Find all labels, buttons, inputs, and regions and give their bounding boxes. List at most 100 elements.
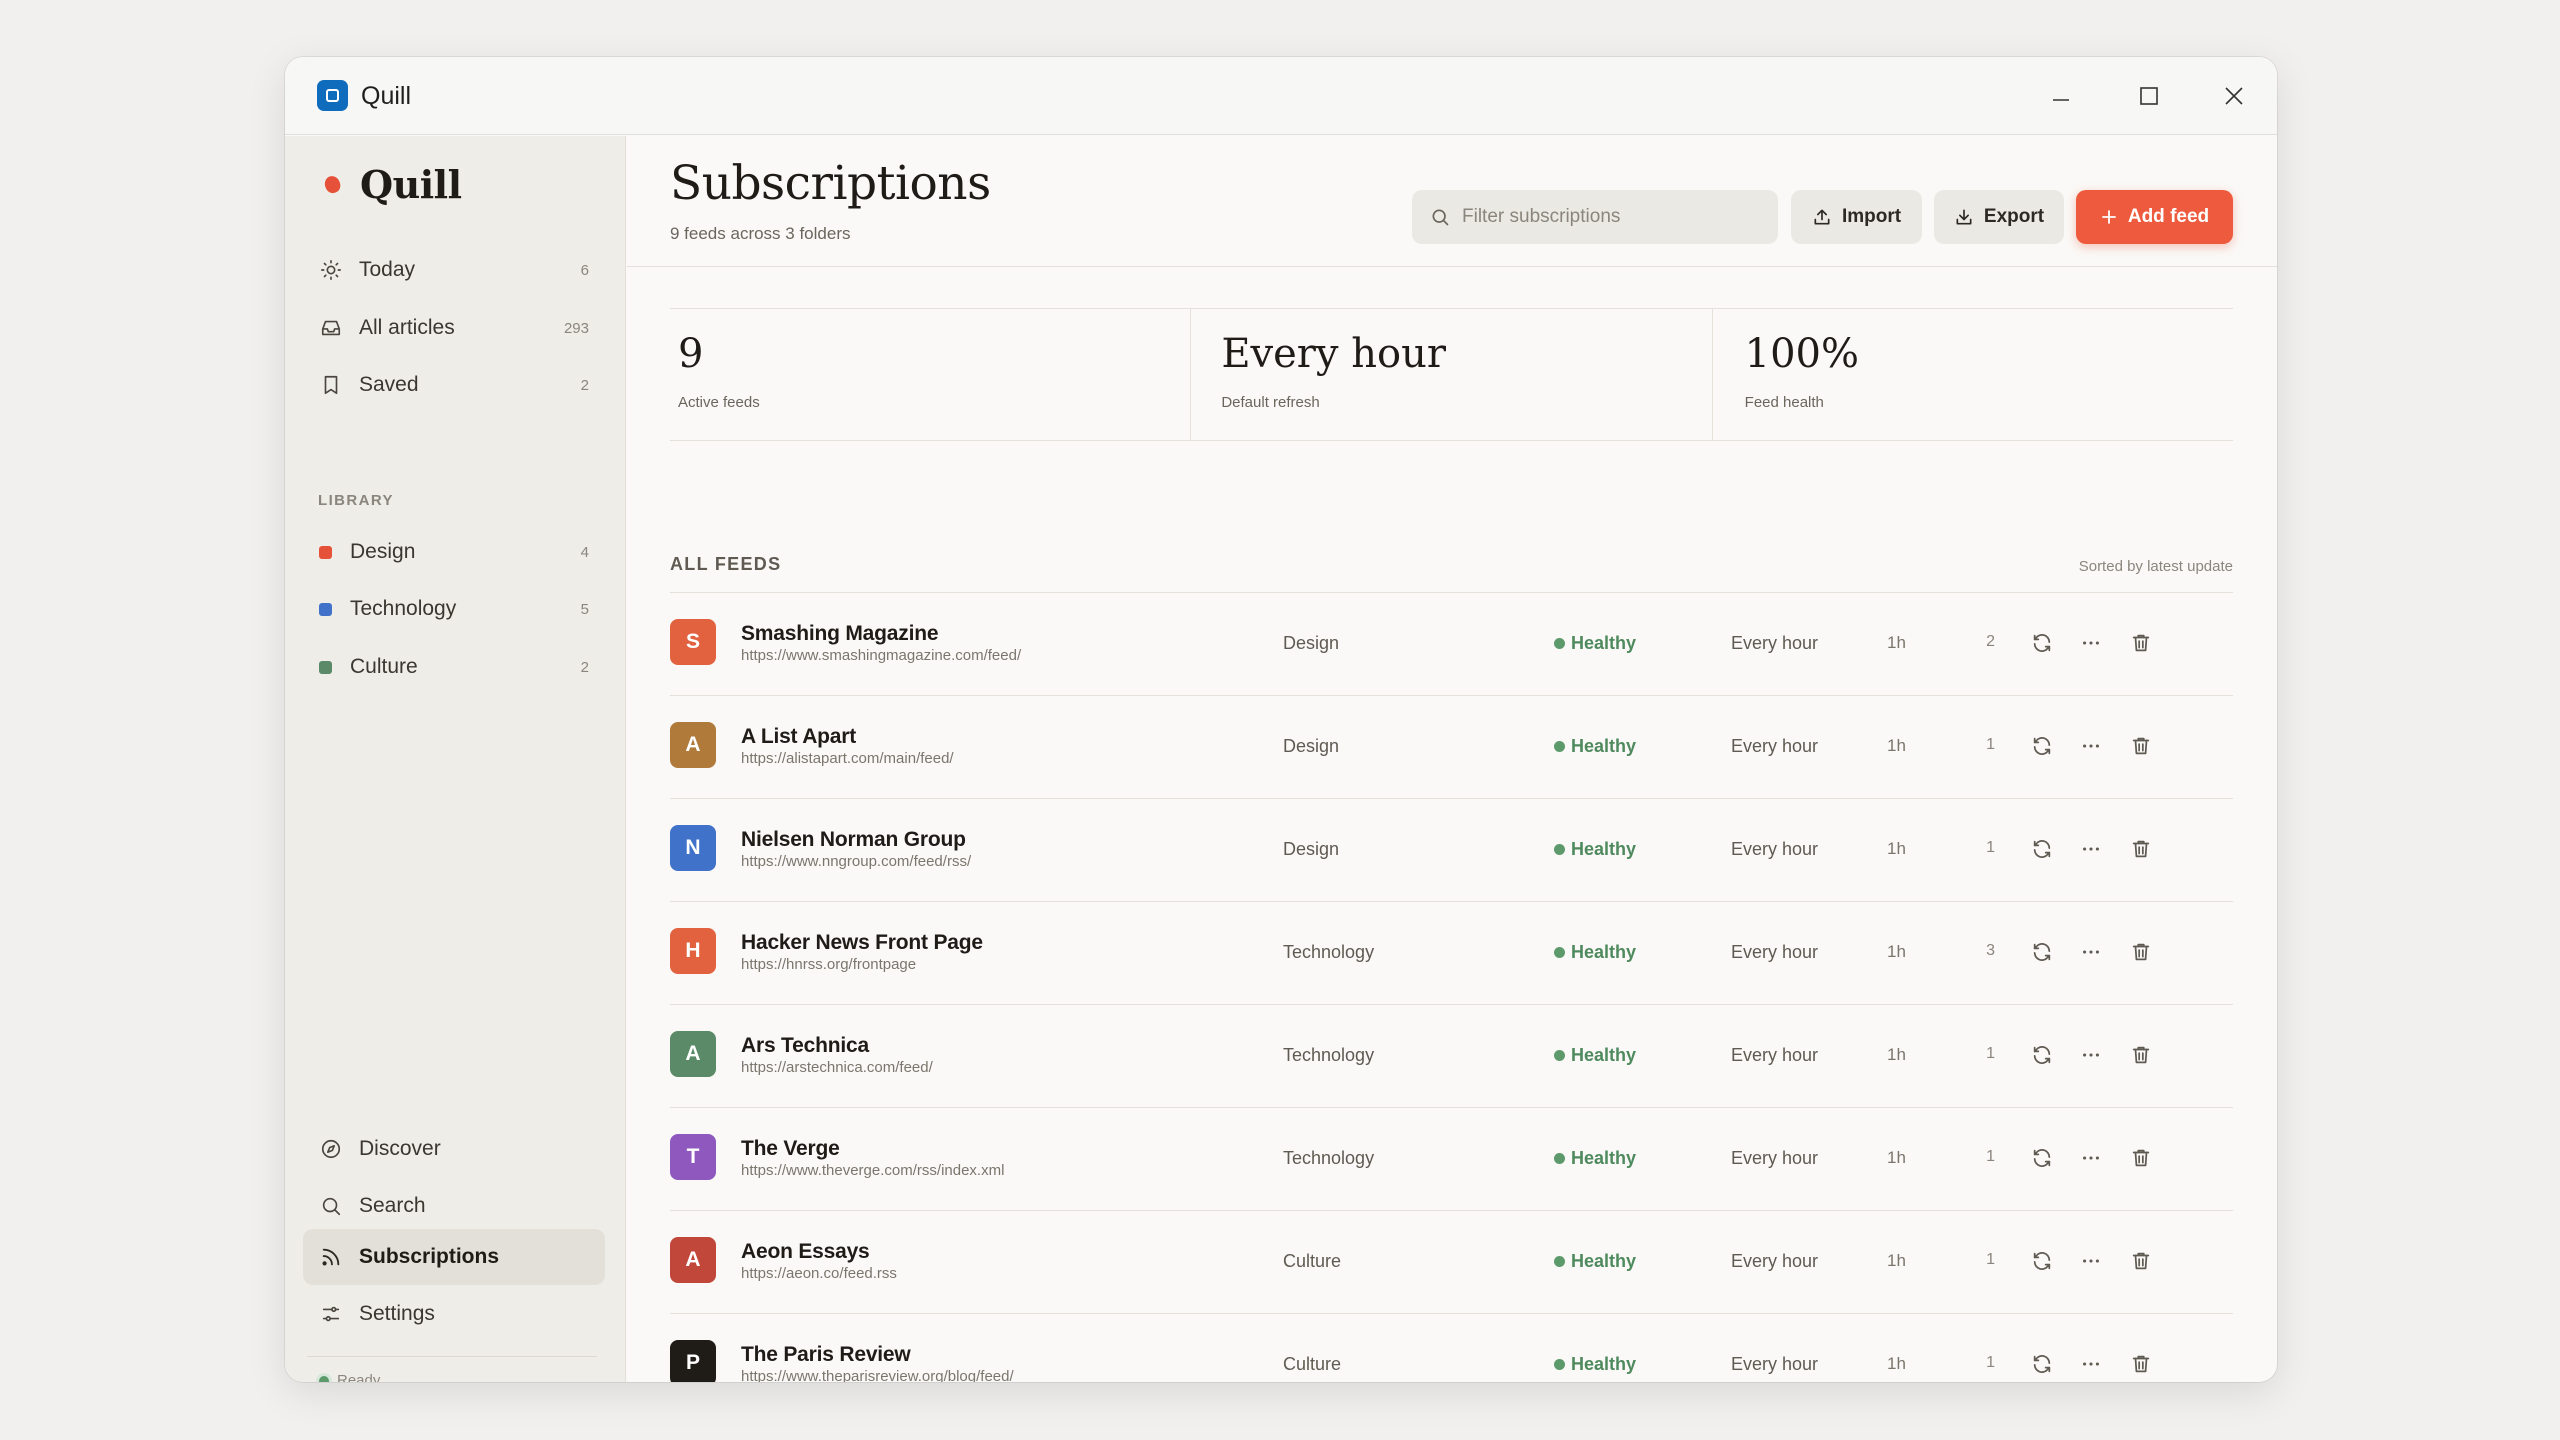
feed-name[interactable]: Ars Technica (741, 1034, 869, 1058)
table-row[interactable]: S Smashing Magazine https://www.smashing… (670, 592, 2233, 695)
feed-health-badge: Healthy (1554, 1251, 1636, 1272)
feed-name[interactable]: Nielsen Norman Group (741, 828, 966, 852)
stat-label: Feed health (1744, 394, 1824, 411)
table-row[interactable]: T The Verge https://www.theverge.com/rss… (670, 1107, 2233, 1210)
sidebar-item-search[interactable]: Search (303, 1178, 605, 1234)
feed-last-updated: 1h (1887, 1354, 1906, 1373)
more-options-button[interactable] (2074, 729, 2108, 763)
feed-folder: Technology (1283, 942, 1375, 962)
upload-icon (1814, 209, 1830, 225)
more-options-button[interactable] (2074, 935, 2108, 969)
more-icon (2083, 950, 2099, 954)
trash-icon (2132, 840, 2150, 858)
filter-subscriptions-input[interactable]: Filter subscriptions (1412, 190, 1778, 244)
maximize-button[interactable] (2124, 71, 2174, 121)
table-row[interactable]: N Nielsen Norman Group https://www.nngro… (670, 798, 2233, 901)
delete-feed-button[interactable] (2124, 1141, 2158, 1175)
sidebar-item-discover[interactable]: Discover (303, 1121, 605, 1177)
more-options-button[interactable] (2074, 1038, 2108, 1072)
feed-name[interactable]: Hacker News Front Page (741, 931, 983, 955)
refresh-feed-button[interactable] (2025, 729, 2059, 763)
refresh-feed-button[interactable] (2025, 626, 2059, 660)
delete-feed-button[interactable] (2124, 1038, 2158, 1072)
sidebar-item-saved[interactable]: Saved 2 (303, 357, 605, 413)
refresh-feed-button[interactable] (2025, 832, 2059, 866)
feed-name[interactable]: The Paris Review (741, 1343, 911, 1367)
add-feed-button[interactable]: Add feed (2076, 190, 2233, 244)
sort-indicator[interactable]: Sorted by latest update (2079, 558, 2233, 575)
delete-feed-button[interactable] (2124, 1244, 2158, 1278)
stat-label: Default refresh (1221, 394, 1320, 411)
brand[interactable]: Quill (322, 162, 462, 207)
sidebar-folder-culture[interactable]: Culture 2 (303, 639, 605, 695)
table-row[interactable]: A Aeon Essays https://aeon.co/feed.rss C… (670, 1210, 2233, 1313)
table-row[interactable]: P The Paris Review https://www.theparisr… (670, 1313, 2233, 1382)
minimize-icon (2053, 99, 2069, 101)
refresh-feed-button[interactable] (2025, 935, 2059, 969)
refresh-feed-button[interactable] (2025, 1141, 2059, 1175)
feed-avatar: A (670, 1237, 716, 1283)
more-icon (2083, 847, 2099, 851)
feed-name[interactable]: A List Apart (741, 725, 856, 749)
feed-unread-count: 1 (1986, 839, 1995, 856)
feed-name[interactable]: Smashing Magazine (741, 622, 939, 646)
close-icon (2225, 87, 2243, 105)
refresh-feed-button[interactable] (2025, 1347, 2059, 1381)
status-text: Ready (337, 1372, 381, 1382)
table-row[interactable]: H Hacker News Front Page https://hnrss.o… (670, 901, 2233, 1004)
delete-feed-button[interactable] (2124, 1347, 2158, 1381)
brand-logo-icon (322, 173, 343, 196)
sidebar-item-label: Saved (359, 373, 419, 396)
feed-last-updated: 1h (1887, 736, 1906, 755)
feed-name[interactable]: The Verge (741, 1137, 840, 1161)
refresh-icon (2033, 840, 2051, 858)
page-title: Subscriptions (670, 156, 991, 211)
search-icon (319, 1194, 343, 1218)
more-options-button[interactable] (2074, 626, 2108, 660)
feed-unread-count: 3 (1986, 942, 1995, 959)
feed-avatar: P (670, 1340, 716, 1382)
sidebar-item-label: Discover (359, 1137, 441, 1160)
sidebar-item-today[interactable]: Today 6 (303, 242, 605, 298)
refresh-icon (2033, 1149, 2051, 1167)
sidebar-item-label: All articles (359, 316, 455, 339)
rss-icon (319, 1245, 343, 1269)
more-options-button[interactable] (2074, 1141, 2108, 1175)
more-options-button[interactable] (2074, 1347, 2108, 1381)
close-button[interactable] (2209, 71, 2259, 121)
sidebar-folder-design[interactable]: Design 4 (303, 524, 605, 580)
feed-unread-count: 1 (1986, 1354, 1995, 1371)
refresh-feed-button[interactable] (2025, 1244, 2059, 1278)
sun-icon (319, 258, 343, 282)
more-options-button[interactable] (2074, 832, 2108, 866)
delete-feed-button[interactable] (2124, 935, 2158, 969)
trash-icon (2132, 1046, 2150, 1064)
feed-url: https://hnrss.org/frontpage (741, 956, 917, 973)
delete-feed-button[interactable] (2124, 832, 2158, 866)
minimize-button[interactable] (2036, 71, 2086, 121)
import-button[interactable]: Import (1791, 190, 1922, 244)
delete-feed-button[interactable] (2124, 626, 2158, 660)
feed-url: https://www.nngroup.com/feed/rss/ (741, 853, 972, 870)
feed-unread-count: 1 (1986, 1045, 1995, 1062)
feed-name[interactable]: Aeon Essays (741, 1240, 870, 1264)
feed-avatar: H (670, 928, 716, 974)
refresh-feed-button[interactable] (2025, 1038, 2059, 1072)
sidebar-item-all-articles[interactable]: All articles 293 (303, 300, 605, 356)
sidebar-item-settings[interactable]: Settings (303, 1286, 605, 1342)
export-button[interactable]: Export (1934, 190, 2064, 244)
trash-icon (2132, 634, 2150, 652)
feed-url: https://aeon.co/feed.rss (741, 1265, 897, 1282)
sidebar-item-label: Subscriptions (359, 1245, 500, 1268)
table-row[interactable]: A Ars Technica https://arstechnica.com/f… (670, 1004, 2233, 1107)
delete-feed-button[interactable] (2124, 729, 2158, 763)
bookmark-icon (319, 373, 343, 397)
more-options-button[interactable] (2074, 1244, 2108, 1278)
sidebar-folder-technology[interactable]: Technology 5 (303, 581, 605, 637)
feed-avatar: T (670, 1134, 716, 1180)
refresh-icon (2033, 1252, 2051, 1270)
table-row[interactable]: A A List Apart https://alistapart.com/ma… (670, 695, 2233, 798)
sidebar-item-subscriptions[interactable]: Subscriptions (303, 1229, 605, 1285)
feed-avatar: A (670, 722, 716, 768)
feed-folder: Technology (1283, 1148, 1375, 1168)
